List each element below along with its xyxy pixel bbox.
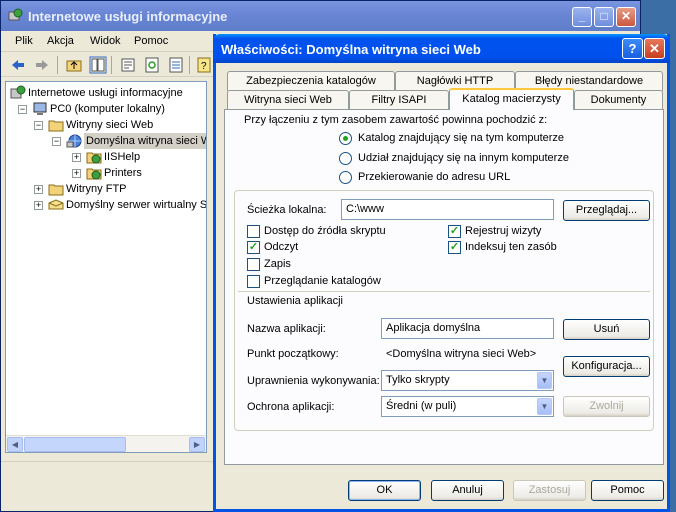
minimize-button[interactable]: _: [572, 7, 592, 27]
app-protection-select[interactable]: Średni (w puli) ▼: [381, 396, 554, 417]
forward-arrow-icon[interactable]: [33, 56, 51, 74]
app-name-input[interactable]: Aplikacja domyślna: [381, 318, 554, 339]
show-tree-icon[interactable]: [89, 56, 107, 74]
properties-dialog: Właściwości: Domyślna witryna sieci Web …: [213, 34, 670, 512]
chevron-down-icon[interactable]: ▼: [537, 372, 552, 389]
radio-local-directory-label[interactable]: Katalog znajdujący się na tym komputerze: [358, 132, 564, 144]
app-name-label: Nazwa aplikacji:: [247, 323, 326, 335]
scroll-thumb[interactable]: [24, 437, 126, 452]
help-question-icon[interactable]: ?: [622, 38, 643, 59]
back-arrow-icon[interactable]: [9, 56, 27, 74]
toolbar-separator: [57, 56, 58, 74]
collapse-icon[interactable]: −: [34, 121, 43, 130]
svg-text:?: ?: [201, 61, 207, 72]
tab-isapi-filters[interactable]: Filtry ISAPI: [349, 90, 449, 110]
local-path-input[interactable]: C:\www: [341, 199, 554, 220]
close-icon[interactable]: ✕: [644, 38, 665, 59]
checkbox-index-resource[interactable]: ✓: [448, 241, 461, 254]
iis-title-bar[interactable]: Internetowe usługi informacyjne _ □ ✕: [1, 1, 640, 31]
tab-web-site[interactable]: Witryna sieci Web: [227, 90, 349, 110]
app-protection-value: Średni (w puli): [386, 400, 457, 412]
menu-action[interactable]: Akcja: [47, 35, 74, 47]
radio-url-redirect-label[interactable]: Przekierowanie do adresu URL: [358, 171, 510, 183]
radio-local-directory[interactable]: [339, 132, 352, 145]
expand-icon[interactable]: +: [34, 201, 43, 210]
website-globe-icon: [66, 134, 82, 148]
radio-url-redirect[interactable]: [339, 171, 352, 184]
checkbox-script-source[interactable]: [247, 225, 260, 238]
smtp-server-icon: [48, 199, 64, 210]
scroll-left-icon[interactable]: ◀: [7, 437, 23, 452]
properties-icon[interactable]: [119, 56, 137, 74]
tree-horizontal-scrollbar[interactable]: ◀ ▶: [6, 435, 206, 452]
radio-network-share-label[interactable]: Udział znajdujący się na innym komputerz…: [358, 152, 569, 164]
help-button[interactable]: Pomoc: [591, 480, 664, 501]
toolbar-separator: [189, 56, 190, 74]
up-folder-icon[interactable]: [65, 56, 83, 74]
ok-button[interactable]: OK: [348, 480, 421, 501]
scroll-right-icon[interactable]: ▶: [189, 437, 205, 452]
expand-icon[interactable]: +: [72, 169, 81, 178]
checkbox-directory-browsing-label[interactable]: Przeglądanie katalogów: [264, 275, 381, 287]
checkbox-read[interactable]: ✓: [247, 241, 260, 254]
checkbox-directory-browsing[interactable]: [247, 275, 260, 288]
local-path-label: Ścieżka lokalna:: [247, 204, 327, 216]
configuration-button[interactable]: Konfiguracja...: [563, 356, 650, 377]
checkbox-log-visits-label[interactable]: Rejestruj wizyty: [465, 225, 541, 237]
export-list-icon[interactable]: [167, 56, 185, 74]
tab-directory-security[interactable]: Zabezpieczenia katalogów: [227, 71, 395, 91]
checkbox-index-resource-label[interactable]: Indeksuj ten zasób: [465, 241, 557, 253]
execute-permissions-value: Tylko skrypty: [386, 374, 450, 386]
virtual-directory-icon: [86, 152, 102, 164]
toolbar-separator: [111, 56, 112, 74]
tab-documents[interactable]: Dokumenty: [574, 90, 663, 110]
home-directory-panel: Przy łączeniu z tym zasobem zawartość po…: [224, 109, 664, 465]
menu-file[interactable]: Plik: [15, 35, 33, 47]
menu-view[interactable]: Widok: [90, 35, 121, 47]
remove-button[interactable]: Usuń: [563, 319, 650, 340]
checkbox-write-label[interactable]: Zapis: [264, 258, 291, 270]
iis-window-title: Internetowe usługi informacyjne: [28, 9, 228, 24]
tab-home-directory[interactable]: Katalog macierzysty: [449, 88, 574, 110]
console-tree: Internetowe usługi informacyjne − PC0 (k…: [5, 81, 207, 453]
browse-button[interactable]: Przeglądaj...: [563, 200, 650, 221]
help-icon[interactable]: ?: [195, 56, 213, 74]
expand-icon[interactable]: +: [72, 153, 81, 162]
execute-permissions-label: Uprawnienia wykonywania:: [247, 375, 380, 387]
chevron-down-icon[interactable]: ▼: [537, 398, 552, 415]
execute-permissions-select[interactable]: Tylko skrypty ▼: [381, 370, 554, 391]
checkbox-read-label[interactable]: Odczyt: [264, 241, 298, 253]
maximize-button[interactable]: □: [594, 7, 614, 27]
virtual-directory-icon: [86, 168, 102, 180]
checkbox-write[interactable]: [247, 258, 260, 271]
close-icon[interactable]: ✕: [616, 7, 636, 27]
start-point-value: <Domyślna witryna sieci Web>: [386, 348, 537, 360]
collapse-icon[interactable]: −: [18, 105, 27, 114]
folder-icon: [48, 120, 64, 132]
radio-network-share[interactable]: [339, 152, 352, 165]
cancel-button[interactable]: Anuluj: [431, 480, 504, 501]
app-protection-label: Ochrona aplikacji:: [247, 401, 335, 413]
unload-button[interactable]: Zwolnij: [563, 396, 650, 417]
app-settings-heading: Ustawienia aplikacji: [247, 295, 343, 307]
iis-services-icon: [10, 85, 26, 99]
expand-icon[interactable]: +: [34, 185, 43, 194]
separator-line: [238, 291, 650, 292]
folder-icon: [48, 184, 64, 196]
checkbox-script-source-label[interactable]: Dostęp do źródła skryptu: [264, 225, 386, 237]
iis-app-icon: [8, 8, 23, 21]
computer-icon: [33, 102, 47, 115]
dialog-title-bar[interactable]: Właściwości: Domyślna witryna sieci Web …: [213, 34, 670, 63]
menu-help[interactable]: Pomoc: [134, 35, 168, 47]
dialog-title: Właściwości: Domyślna witryna sieci Web: [221, 42, 481, 57]
apply-button[interactable]: Zastosuj: [513, 480, 586, 501]
start-point-label: Punkt początkowy:: [247, 348, 339, 360]
refresh-icon[interactable]: [143, 56, 161, 74]
collapse-icon[interactable]: −: [52, 137, 61, 146]
checkbox-log-visits[interactable]: ✓: [448, 225, 461, 238]
source-prompt: Przy łączeniu z tym zasobem zawartość po…: [244, 114, 548, 126]
